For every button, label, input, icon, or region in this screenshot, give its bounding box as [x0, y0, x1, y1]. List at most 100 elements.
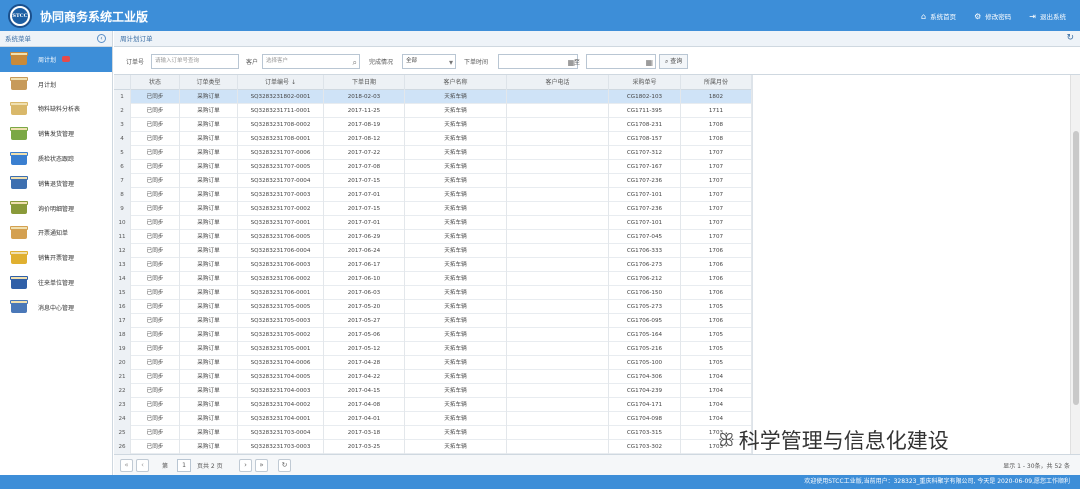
table-cell: 采购订单	[180, 356, 238, 370]
first-page-icon[interactable]: «	[120, 459, 133, 472]
table-row[interactable]: 16 已同步 采购订单 SQ3283231705-0005 2017-05-20 天拓车辆…	[114, 300, 752, 314]
filter-bar: 订单号 请输入订单号查询 客户 选择客户 ⌕ 完成情况 全部 ▾ 下单时间 ▦ …	[114, 53, 1080, 71]
prev-page-icon[interactable]: ‹	[136, 459, 149, 472]
top-link-0[interactable]: ⌂ 系统首页	[921, 11, 956, 22]
table-cell: 1705	[681, 300, 752, 314]
table-row[interactable]: 21 已同步 采购订单 SQ3283231704-0005 2017-04-22 天拓车辆…	[114, 370, 752, 384]
status-select[interactable]: 全部 ▾	[402, 54, 456, 69]
last-page-icon[interactable]: »	[255, 459, 268, 472]
table-cell: CG1706-095	[609, 314, 681, 328]
table-row[interactable]: 25 已同步 采购订单 SQ3283231703-0004 2017-03-18 天拓车辆…	[114, 426, 752, 440]
page-number-input[interactable]: 1	[177, 459, 191, 472]
date-from-input[interactable]: ▦	[498, 54, 578, 69]
table-cell: 1707	[681, 146, 752, 160]
date-to-input[interactable]: ▦	[586, 54, 656, 69]
table-row[interactable]: 8 已同步 采购订单 SQ3283231707-0003 2017-07-01 天拓车辆 C…	[114, 188, 752, 202]
column-header[interactable]: 订单类型	[180, 75, 238, 90]
table-cell: 已同步	[131, 384, 180, 398]
table-row[interactable]: 12 已同步 采购订单 SQ3283231706-0004 2017-06-24 天拓车辆…	[114, 244, 752, 258]
column-header[interactable]: 所属月份	[681, 75, 752, 90]
table-row[interactable]: 23 已同步 采购订单 SQ3283231704-0002 2017-04-08 天拓车辆…	[114, 398, 752, 412]
table-cell: 采购订单	[180, 426, 238, 440]
table-cell: 已同步	[131, 202, 180, 216]
column-header[interactable]: 客户名称	[405, 75, 507, 90]
table-row[interactable]: 18 已同步 采购订单 SQ3283231705-0002 2017-05-06 天拓车辆…	[114, 328, 752, 342]
table-cell: CG1704-239	[609, 384, 681, 398]
table-row[interactable]: 20 已同步 采购订单 SQ3283231704-0006 2017-04-28 天拓车辆…	[114, 356, 752, 370]
next-page-icon[interactable]: ›	[239, 459, 252, 472]
sidebar-item-5[interactable]: 销售退货管理	[0, 171, 112, 196]
column-header[interactable]: 状态	[131, 75, 180, 90]
customer-placeholder: 选择客户	[266, 58, 289, 64]
vertical-scrollbar[interactable]	[1070, 75, 1080, 454]
tab-weekly-plan-orders[interactable]: 周计划订单	[120, 31, 153, 47]
table-row[interactable]: 24 已同步 采购订单 SQ3283231704-0001 2017-04-01 天拓车辆…	[114, 412, 752, 426]
search-button[interactable]: ⌕ 查询	[659, 54, 689, 69]
table-row[interactable]: 13 已同步 采购订单 SQ3283231706-0003 2017-06-17 天拓车辆…	[114, 258, 752, 272]
sidebar-item-1[interactable]: 月计划	[0, 72, 112, 97]
sidebar-item-label: 物料缺料分析表	[38, 106, 81, 114]
column-header[interactable]: 下单日期	[324, 75, 405, 90]
top-link-label: 修改密码	[985, 13, 1012, 21]
table-row[interactable]: 22 已同步 采购订单 SQ3283231704-0003 2017-04-15 天拓车辆…	[114, 384, 752, 398]
sidebar-item-4[interactable]: 质检状态跟踪	[0, 146, 112, 171]
chevron-down-icon: ▾	[448, 58, 453, 67]
top-link-2[interactable]: ⇥ 退出系统	[1029, 11, 1066, 22]
calendar-icon[interactable]: ▦	[645, 56, 653, 69]
sidebar-item-6[interactable]: 询价明细管理	[0, 196, 112, 221]
table-cell: SQ3283231703-0003	[238, 440, 324, 454]
pager: « ‹ 第 1 页共 2 页 › » ↻ 显示 1 - 30条，共 52 条	[114, 454, 1080, 475]
customer-input[interactable]: 选择客户 ⌕	[262, 54, 360, 69]
table-cell: SQ3283231704-0005	[238, 370, 324, 384]
logo-text: STCC	[12, 8, 28, 24]
reload-icon[interactable]: ↻	[278, 459, 291, 472]
table-row[interactable]: 7 已同步 采购订单 SQ3283231707-0004 2017-07-15 天拓车辆 C…	[114, 174, 752, 188]
table-cell: 已同步	[131, 370, 180, 384]
table-row[interactable]: 17 已同步 采购订单 SQ3283231705-0003 2017-05-27 天拓车辆…	[114, 314, 752, 328]
menu-folder-icon	[10, 101, 28, 117]
table-row[interactable]: 2 已同步 采购订单 SQ3283231711-0001 2017-11-25 天拓车辆 C…	[114, 104, 752, 118]
table-row[interactable]: 9 已同步 采购订单 SQ3283231707-0002 2017-07-15 天拓车辆 C…	[114, 202, 752, 216]
table-row[interactable]: 10 已同步 采购订单 SQ3283231707-0001 2017-07-01 天拓车辆…	[114, 216, 752, 230]
table-row[interactable]: 1 已同步 采购订单 SQ3283231802-0001 2018-02-03 天拓车辆 C…	[114, 90, 752, 104]
table-row[interactable]: 6 已同步 采购订单 SQ3283231707-0005 2017-07-08 天拓车辆 C…	[114, 160, 752, 174]
status-footer: 欢迎使用STCC工业版,当前用户：328323_重庆科聚字有限公司, 今天是 2…	[0, 475, 1080, 489]
refresh-icon[interactable]: ↻	[1066, 33, 1074, 43]
table-cell: SQ3283231706-0005	[238, 230, 324, 244]
sidebar-item-0[interactable]: 周计划	[0, 47, 112, 72]
table-row[interactable]: 19 已同步 采购订单 SQ3283231705-0001 2017-05-12 天拓车辆…	[114, 342, 752, 356]
column-header[interactable]: 采购单号	[609, 75, 681, 90]
search-icon: ⌕	[665, 58, 669, 65]
column-header[interactable]: 客户电话	[507, 75, 609, 90]
sidebar-item-3[interactable]: 销售发货管理	[0, 121, 112, 146]
top-link-1[interactable]: ⚙ 修改密码	[974, 11, 1012, 22]
sidebar: 系统菜单 ‹ 周计划 月计划 物料缺料分析表 销售发货管理 质检状态跟踪 销售退货管理 询价…	[0, 31, 113, 475]
table-row[interactable]: 3 已同步 采购订单 SQ3283231708-0002 2017-08-19 天拓车辆 C…	[114, 118, 752, 132]
menu-folder-icon	[10, 250, 28, 266]
table-cell: 采购订单	[180, 118, 238, 132]
table-cell	[507, 384, 609, 398]
table-row[interactable]: 26 已同步 采购订单 SQ3283231703-0003 2017-03-25 天拓车辆…	[114, 440, 752, 454]
collapse-sidebar-icon[interactable]: ‹	[97, 34, 106, 43]
sidebar-item-8[interactable]: 销售开票管理	[0, 245, 112, 270]
scrollbar-thumb[interactable]	[1073, 131, 1079, 405]
table-cell: 已同步	[131, 412, 180, 426]
column-header[interactable]: 订单编号 ↓	[238, 75, 324, 90]
order-no-input[interactable]: 请输入订单号查询	[151, 54, 239, 69]
table-row[interactable]: 14 已同步 采购订单 SQ3283231706-0002 2017-06-10 天拓车辆…	[114, 272, 752, 286]
table-row[interactable]: 15 已同步 采购订单 SQ3283231706-0001 2017-06-03 天拓车辆…	[114, 286, 752, 300]
table-cell: 2018-02-03	[324, 90, 405, 104]
table-row[interactable]: 5 已同步 采购订单 SQ3283231707-0006 2017-07-22 天拓车辆 C…	[114, 146, 752, 160]
row-number: 2	[114, 104, 131, 118]
search-icon[interactable]: ⌕	[353, 56, 357, 69]
table-row[interactable]: 4 已同步 采购订单 SQ3283231708-0001 2017-08-12 天拓车辆 C…	[114, 132, 752, 146]
table-row[interactable]: 11 已同步 采购订单 SQ3283231706-0005 2017-06-29 天拓车辆…	[114, 230, 752, 244]
sidebar-item-2[interactable]: 物料缺料分析表	[0, 97, 112, 122]
sidebar-item-label: 月计划	[38, 81, 57, 89]
table-cell	[507, 174, 609, 188]
sidebar-item-9[interactable]: 往来单位管理	[0, 270, 112, 295]
sidebar-item-10[interactable]: 消息中心管理	[0, 295, 112, 320]
table-cell: 2017-04-22	[324, 370, 405, 384]
sidebar-item-7[interactable]: 开票通知单	[0, 221, 112, 246]
table-cell: 2017-07-08	[324, 160, 405, 174]
